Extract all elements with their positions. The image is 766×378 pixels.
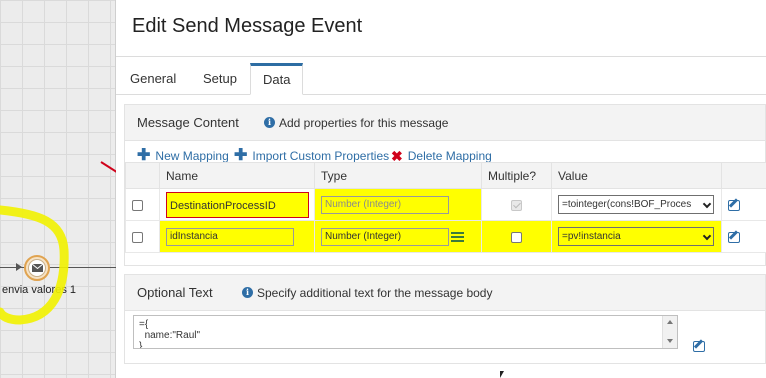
mapping-table: Name Type Multiple? Value DestinationPro… [125,162,766,253]
import-custom-properties-label: Import Custom Properties [252,149,390,163]
mouse-cursor-icon [500,371,504,378]
column-header-multiple: Multiple? [481,162,552,189]
name-cell: idInstancia [159,220,315,253]
table-header-row: Name Type Multiple? Value [125,162,766,189]
edit-expression-icon[interactable] [728,231,740,243]
new-mapping-label: New Mapping [155,149,229,163]
message-body-textarea[interactable] [133,315,678,349]
multiple-cell [481,220,552,253]
type-field-group: Number (Integer) [321,227,481,246]
column-header-type: Type [314,162,482,189]
actions-cell [721,188,766,221]
textarea-scrollbar[interactable] [662,316,677,348]
list-icon[interactable] [451,231,464,242]
message-content-header: Message Content i Add properties for thi… [125,105,765,141]
tab-bar: General Setup Data [116,63,766,95]
title-divider [116,56,766,57]
column-header-actions [721,162,766,189]
delete-mapping-label: Delete Mapping [407,149,492,163]
multiple-cell [481,188,552,221]
type-input[interactable]: Number (Integer) [321,227,449,246]
flow-arrowhead [16,263,22,271]
value-dropdown[interactable]: =tointeger(cons!BOF_Proces [558,195,714,214]
optional-text-info: Specify additional text for the message … [257,286,493,300]
screen: envia valores 1 Edit Send Message Event … [0,0,766,378]
value-dropdown-text: =tointeger(cons!BOF_Proces [562,199,692,210]
edit-expression-icon[interactable] [693,341,705,352]
optional-text-header: Optional Text i Specify additional text … [125,275,765,311]
tab-setup[interactable]: Setup [191,63,249,95]
name-input[interactable]: idInstancia [166,227,294,246]
delete-x-icon: ✖ [391,148,403,164]
table-row: DestinationProcessID Number (Integer) =t… [125,188,766,221]
type-input[interactable]: Number (Integer) [321,195,449,214]
scroll-up-icon[interactable] [667,320,673,324]
message-content-info: Add properties for this message [279,116,449,130]
name-input[interactable]: DestinationProcessID [166,191,309,218]
edit-event-panel: Edit Send Message Event General Setup Da… [116,0,766,378]
optional-text-title: Optional Text [137,285,213,300]
name-cell: DestinationProcessID [159,188,315,221]
event-node-label: envia valores 1 [2,284,76,296]
message-content-title: Message Content [137,115,239,130]
plus-icon: ✚ [234,147,248,164]
type-cell: Number (Integer) [314,220,482,253]
panel-title: Edit Send Message Event [132,15,363,37]
value-cell: =tointeger(cons!BOF_Proces [551,188,722,221]
message-content-section: Message Content i Add properties for thi… [124,104,766,266]
row-select-checkbox[interactable] [132,231,143,243]
row-select-cell [125,188,160,221]
column-header-value: Value [551,162,722,189]
value-cell: =pv!instancia [551,220,722,253]
edit-expression-icon[interactable] [728,199,740,211]
info-icon: i [242,287,253,298]
row-select-checkbox[interactable] [132,199,143,211]
value-dropdown-text: =pv!instancia [562,231,621,242]
tab-general[interactable]: General [118,63,188,95]
value-dropdown[interactable]: =pv!instancia [558,227,714,246]
scroll-down-icon[interactable] [667,339,673,343]
multiple-checkbox[interactable] [511,231,522,243]
plus-icon: ✚ [137,147,151,164]
multiple-checkbox [511,199,522,211]
chevron-down-icon [702,231,712,241]
column-header-select [125,162,160,189]
tab-data[interactable]: Data [250,63,304,95]
row-select-cell [125,220,160,253]
process-canvas[interactable]: envia valores 1 [0,0,116,378]
column-header-name: Name [159,162,315,189]
chevron-down-icon [702,199,712,209]
type-cell: Number (Integer) [314,188,482,221]
actions-cell [721,220,766,253]
table-row: idInstancia Number (Integer) =pv!instanc… [125,220,766,253]
envelope-icon [28,259,46,277]
send-message-event-node[interactable] [24,255,50,281]
optional-text-section: Optional Text i Specify additional text … [124,274,766,364]
info-icon: i [264,117,275,128]
